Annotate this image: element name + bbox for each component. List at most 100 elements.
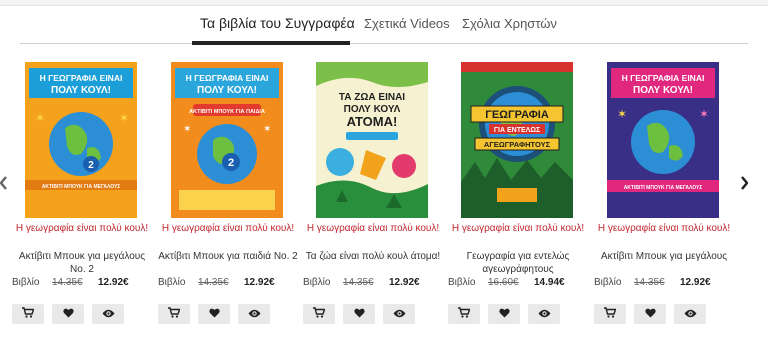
heart-icon <box>644 305 656 323</box>
eye-icon <box>684 305 697 323</box>
book-title[interactable]: Η γεωγραφία είναι πολύ κουλ! <box>12 222 152 235</box>
svg-text:✶: ✶ <box>699 107 709 121</box>
preview-button[interactable] <box>92 304 124 324</box>
cart-icon <box>604 305 617 323</box>
preview-button[interactable] <box>528 304 560 324</box>
current-price: 12.92€ <box>244 277 275 288</box>
wishlist-button[interactable] <box>488 304 520 324</box>
cover-headline: Η ΓΕΩΓΡΑΦΙΑ ΕΙΝΑΙ <box>622 73 705 83</box>
action-buttons <box>12 304 152 324</box>
chevron-right-icon[interactable] <box>740 176 749 193</box>
cover-band: ΑΚΤΙΒΙΤΙ ΜΠΟΥΚ ΓΙΑ ΠΑΙΔΙΑ <box>189 109 265 115</box>
cover-badge: 2 <box>228 157 234 169</box>
book-card: ΤΑ ΖΩΑ ΕΙΝΑΙ ΠΟΛΥ ΚΟΥΛ ΑΤΟΜΑ! Η γεωγραφί… <box>303 62 443 332</box>
cover-headline: ΠΟΛΥ ΚΟΥΛ! <box>51 85 111 96</box>
cart-icon <box>22 305 35 323</box>
cover-headline: ΤΑ ΖΩΑ ΕΙΝΑΙ <box>339 92 405 103</box>
tab-divider <box>20 43 748 44</box>
cover-headline: ΠΟΛΥ ΚΟΥΛ! <box>633 85 693 96</box>
book-subtitle[interactable]: Τα ζώα είναι πολύ κουλ άτομα! <box>303 250 443 263</box>
add-to-cart-button[interactable] <box>12 304 44 324</box>
book-format: Βιβλίο <box>303 277 331 288</box>
active-tab-indicator <box>192 41 350 45</box>
current-price: 12.92€ <box>389 277 420 288</box>
svg-text:✶: ✶ <box>617 107 627 121</box>
action-buttons <box>303 304 443 324</box>
current-price: 12.92€ <box>98 277 129 288</box>
current-price: 12.92€ <box>680 277 711 288</box>
add-to-cart-button[interactable] <box>158 304 190 324</box>
book-title[interactable]: Η γεωγραφία είναι πολύ κουλ! <box>158 222 298 235</box>
book-subtitle[interactable]: Γεωγραφία για εντελώς αγεωγράφητους <box>448 250 588 276</box>
book-format: Βιβλίο <box>448 277 476 288</box>
wishlist-button[interactable] <box>198 304 230 324</box>
cover-headline: ΓΕΩΓΡΑΦΙΑ <box>485 109 549 121</box>
heart-icon <box>498 305 510 323</box>
book-card: ΓΕΩΓΡΑΦΙΑ ΓΙΑ ΕΝΤΕΛΩΣ ΑΓΕΩΓΡΑΦΗΤΟΥΣ Η γε… <box>448 62 588 332</box>
cover-headline: ΑΤΟΜΑ! <box>347 114 398 129</box>
svg-text:✶: ✶ <box>263 124 271 135</box>
svg-text:✶: ✶ <box>183 124 191 135</box>
book-subtitle[interactable]: Ακτίβιτι Μπουκ για παιδιά Νο. 2 <box>158 250 298 263</box>
old-price: 14.35€ <box>198 277 229 288</box>
eye-icon <box>248 305 261 323</box>
book-format: Βιβλίο <box>158 277 186 288</box>
book-card: Η ΓΕΩΓΡΑΦΙΑ ΕΙΝΑΙ ΠΟΛΥ ΚΟΥΛ! 2 ΑΚΤΙΒΙΤΙ … <box>12 62 152 332</box>
cover-headline: Η ΓΕΩΓΡΑΦΙΑ ΕΙΝΑΙ <box>40 73 123 83</box>
cover-band: ΑΚΤΙΒΙΤΙ ΜΠΟΥΚ ΓΙΑ ΜΕΓΑΛΟΥΣ <box>42 184 121 190</box>
add-to-cart-button[interactable] <box>594 304 626 324</box>
book-title[interactable]: Η γεωγραφία είναι πολύ κουλ! <box>448 222 588 235</box>
cart-icon <box>458 305 471 323</box>
old-price: 16.60€ <box>488 277 519 288</box>
book-format: Βιβλίο <box>594 277 622 288</box>
cart-icon <box>168 305 181 323</box>
book-subtitle[interactable]: Ακτίβιτι Μπουκ για μεγάλους Νο. 2 <box>12 250 152 276</box>
action-buttons <box>158 304 298 324</box>
price-row: Βιβλίο 16.60€ 14.94€ <box>448 277 588 291</box>
tab-bar: Τα βιβλία του Συγγραφέα Σχετικά Videos Σ… <box>0 6 768 45</box>
current-price: 14.94€ <box>534 277 565 288</box>
cover-headline: ΑΓΕΩΓΡΑΦΗΤΟΥΣ <box>484 140 551 149</box>
book-cover[interactable]: ΓΕΩΓΡΑΦΙΑ ΓΙΑ ΕΝΤΕΛΩΣ ΑΓΕΩΓΡΑΦΗΤΟΥΣ <box>461 62 573 218</box>
tab-related-videos[interactable]: Σχετικά Videos <box>364 16 450 31</box>
book-title[interactable]: Η γεωγραφία είναι πολύ κουλ! <box>303 222 443 235</box>
preview-button[interactable] <box>674 304 706 324</box>
tab-user-comments[interactable]: Σχόλια Χρηστών <box>462 16 557 31</box>
price-row: Βιβλίο 14.35€ 12.92€ <box>303 277 443 291</box>
book-card: Η ΓΕΩΓΡΑΦΙΑ ΕΙΝΑΙ ΠΟΛΥ ΚΟΥΛ! ΑΚΤΙΒΙΤΙ ΜΠ… <box>158 62 298 332</box>
book-title[interactable]: Η γεωγραφία είναι πολύ κουλ! <box>594 222 734 235</box>
price-row: Βιβλίο 14.35€ 12.92€ <box>594 277 734 291</box>
book-format: Βιβλίο <box>12 277 40 288</box>
add-to-cart-button[interactable] <box>303 304 335 324</box>
eye-icon <box>102 305 115 323</box>
cart-icon <box>313 305 326 323</box>
tab-author-books[interactable]: Τα βιβλία του Συγγραφέα <box>200 15 355 31</box>
book-cover[interactable]: ΤΑ ΖΩΑ ΕΙΝΑΙ ΠΟΛΥ ΚΟΥΛ ΑΤΟΜΑ! <box>316 62 428 218</box>
add-to-cart-button[interactable] <box>448 304 480 324</box>
wishlist-button[interactable] <box>343 304 375 324</box>
svg-text:✶: ✶ <box>35 111 45 125</box>
book-card: Η ΓΕΩΓΡΑΦΙΑ ΕΙΝΑΙ ΠΟΛΥ ΚΟΥΛ! ✶ ✶ ΑΚΤΙΒΙΤ… <box>594 62 734 332</box>
action-buttons <box>448 304 588 324</box>
wishlist-button[interactable] <box>52 304 84 324</box>
chevron-left-icon[interactable] <box>0 176 8 193</box>
eye-icon <box>393 305 406 323</box>
book-cover[interactable]: Η ΓΕΩΓΡΑΦΙΑ ΕΙΝΑΙ ΠΟΛΥ ΚΟΥΛ! ✶ ✶ ΑΚΤΙΒΙΤ… <box>607 62 719 218</box>
book-subtitle[interactable]: Ακτίβιτι Μπουκ για μεγάλους <box>594 250 734 263</box>
eye-icon <box>538 305 551 323</box>
cover-badge: 2 <box>88 160 94 171</box>
old-price: 14.35€ <box>634 277 665 288</box>
old-price: 14.35€ <box>343 277 374 288</box>
preview-button[interactable] <box>383 304 415 324</box>
cover-band: ΑΚΤΙΒΙΤΙ ΜΠΟΥΚ ΓΙΑ ΜΕΓΑΛΟΥΣ <box>624 185 703 191</box>
heart-icon <box>62 305 74 323</box>
book-cover[interactable]: Η ΓΕΩΓΡΑΦΙΑ ΕΙΝΑΙ ΠΟΛΥ ΚΟΥΛ! 2 ΑΚΤΙΒΙΤΙ … <box>25 62 137 218</box>
heart-icon <box>208 305 220 323</box>
cover-headline: Η ΓΕΩΓΡΑΦΙΑ ΕΙΝΑΙ <box>186 73 269 83</box>
cover-headline: ΓΙΑ ΕΝΤΕΛΩΣ <box>494 127 540 134</box>
book-cover[interactable]: Η ΓΕΩΓΡΑΦΙΑ ΕΙΝΑΙ ΠΟΛΥ ΚΟΥΛ! ΑΚΤΙΒΙΤΙ ΜΠ… <box>171 62 283 218</box>
cover-headline: ΠΟΛΥ ΚΟΥΛ! <box>197 85 257 96</box>
preview-button[interactable] <box>238 304 270 324</box>
price-row: Βιβλίο 14.35€ 12.92€ <box>12 277 152 291</box>
wishlist-button[interactable] <box>634 304 666 324</box>
